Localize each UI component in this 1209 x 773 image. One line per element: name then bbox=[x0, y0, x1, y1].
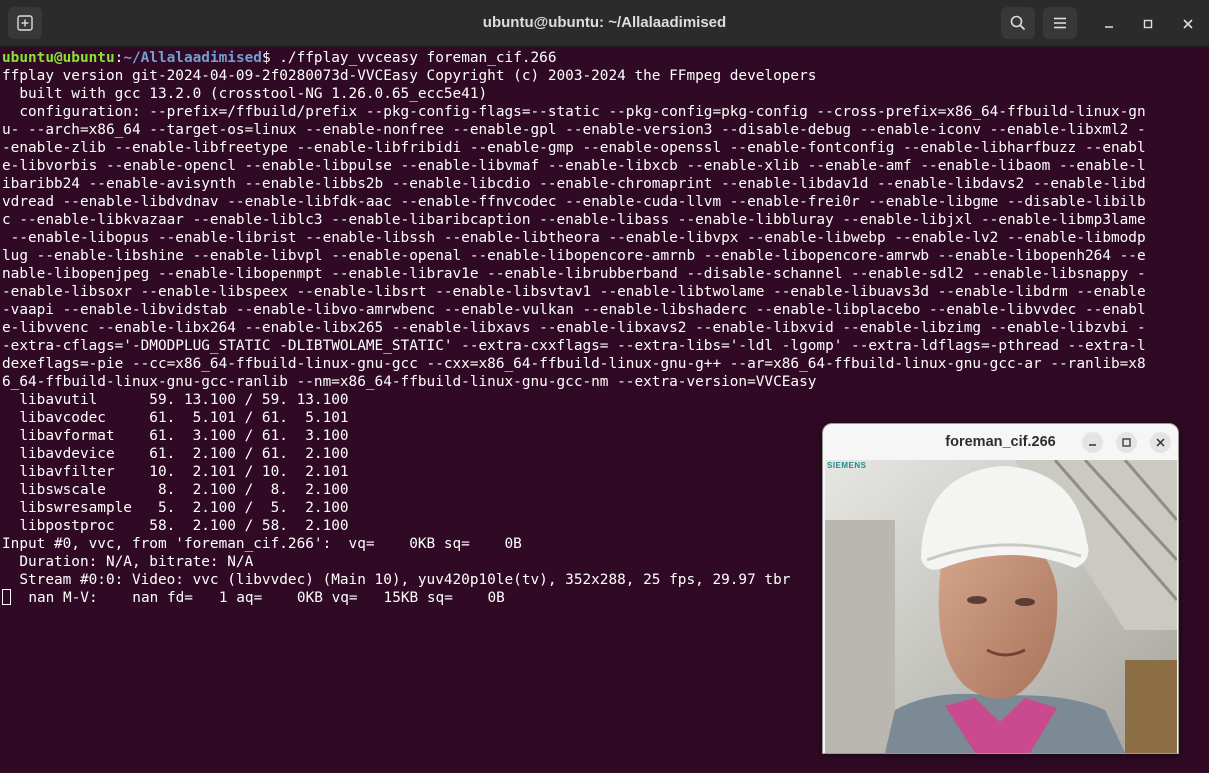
output-line: c --enable-libkvazaar --enable-liblc3 --… bbox=[2, 212, 1146, 228]
menu-button[interactable] bbox=[1043, 7, 1077, 39]
output-line: u- --arch=x86_64 --target-os=linux --ena… bbox=[2, 122, 1146, 138]
prompt-separator: : bbox=[114, 50, 124, 66]
output-line: ffplay version git-2024-04-09-2f0280073d… bbox=[2, 68, 817, 84]
maximize-icon bbox=[1143, 19, 1153, 29]
output-line: libavutil 59. 13.100 / 59. 13.100 bbox=[2, 392, 349, 408]
output-line: libswresample 5. 2.100 / 5. 2.100 bbox=[2, 500, 349, 516]
output-line: -extra-cflags='-DMODPLUG_STATIC -DLIBTWO… bbox=[2, 338, 1146, 354]
prompt-user: ubuntu@ubuntu bbox=[2, 50, 115, 66]
siemens-watermark: SIEMENS bbox=[827, 461, 867, 470]
video-frame-image bbox=[825, 460, 1177, 753]
output-line: vdread --enable-libdvdnav --enable-libfd… bbox=[2, 194, 1146, 210]
status-text: nan M-V: nan fd= 1 aq= 0KB vq= 15KB sq= … bbox=[11, 590, 505, 606]
output-line: Duration: N/A, bitrate: N/A bbox=[2, 554, 254, 570]
close-button[interactable] bbox=[1176, 12, 1200, 36]
minimize-icon bbox=[1089, 444, 1096, 446]
terminal-titlebar: ubuntu@ubuntu: ~/Allalaadimised bbox=[0, 0, 1209, 47]
close-icon bbox=[1156, 438, 1165, 447]
search-button[interactable] bbox=[1001, 7, 1035, 39]
output-line: ibaribb24 --enable-avisynth --enable-lib… bbox=[2, 176, 1146, 192]
video-frame: SIEMENS bbox=[825, 460, 1177, 753]
output-line: lug --enable-libshine --enable-libvpl --… bbox=[2, 248, 1146, 264]
prompt-symbol: $ bbox=[261, 50, 280, 66]
hamburger-menu-icon bbox=[1054, 17, 1066, 29]
output-line: dexeflags=-pie --cc=x86_64-ffbuild-linux… bbox=[2, 356, 1146, 372]
output-line: e-libvvenc --enable-libx264 --enable-lib… bbox=[2, 320, 1146, 336]
terminal-cursor bbox=[2, 589, 11, 605]
maximize-button[interactable] bbox=[1136, 12, 1160, 36]
video-maximize-button[interactable] bbox=[1116, 432, 1137, 453]
output-line: e-libvorbis --enable-opencl --enable-lib… bbox=[2, 158, 1146, 174]
output-line: configuration: --prefix=/ffbuild/prefix … bbox=[2, 104, 1146, 120]
output-line: libavdevice 61. 2.100 / 61. 2.100 bbox=[2, 446, 349, 462]
search-icon bbox=[1010, 15, 1026, 31]
video-close-button[interactable] bbox=[1150, 432, 1171, 453]
output-line: -enable-zlib --enable-libfreetype --enab… bbox=[2, 140, 1146, 156]
minimize-button[interactable] bbox=[1097, 12, 1121, 36]
close-icon bbox=[1183, 19, 1193, 29]
output-line: Input #0, vvc, from 'foreman_cif.266': v… bbox=[2, 536, 522, 552]
output-line: nable-libopenjpeg --enable-libopenmpt --… bbox=[2, 266, 1146, 282]
output-line: built with gcc 13.2.0 (crosstool-NG 1.26… bbox=[2, 86, 488, 102]
minimize-icon bbox=[1105, 26, 1113, 28]
maximize-icon bbox=[1122, 438, 1131, 447]
output-line: libavformat 61. 3.100 / 61. 3.100 bbox=[2, 428, 349, 444]
prompt-path: ~/Allalaadimised bbox=[123, 50, 262, 66]
command-line: ubuntu@ubuntu:~/Allalaadimised$ ./ffplay… bbox=[2, 49, 557, 67]
output-line: libswscale 8. 2.100 / 8. 2.100 bbox=[2, 482, 349, 498]
output-line: Stream #0:0: Video: vvc (libvvdec) (Main… bbox=[2, 572, 791, 588]
output-line: 6_64-ffbuild-linux-gnu-gcc-ranlib --nm=x… bbox=[2, 374, 817, 390]
video-window[interactable]: foreman_cif.266 SIEMENS bbox=[822, 423, 1179, 754]
video-minimize-button[interactable] bbox=[1082, 432, 1103, 453]
output-line: --enable-libopus --enable-librist --enab… bbox=[2, 230, 1146, 246]
output-line: -vaapi --enable-libvidstab --enable-libv… bbox=[2, 302, 1146, 318]
output-line: libavfilter 10. 2.101 / 10. 2.101 bbox=[2, 464, 349, 480]
output-line: libpostproc 58. 2.100 / 58. 2.100 bbox=[2, 518, 349, 534]
output-line: -enable-libsoxr --enable-libspeex --enab… bbox=[2, 284, 1146, 300]
playback-status-line: nan M-V: nan fd= 1 aq= 0KB vq= 15KB sq= … bbox=[2, 589, 505, 607]
output-line: libavcodec 61. 5.101 / 61. 5.101 bbox=[2, 410, 349, 426]
command-text: ./ffplay_vvceasy foreman_cif.266 bbox=[279, 50, 557, 66]
